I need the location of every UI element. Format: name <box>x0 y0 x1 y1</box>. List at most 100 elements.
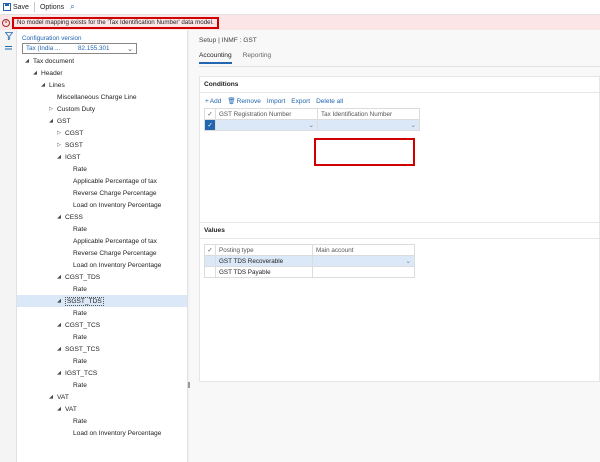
tree-node[interactable]: Rate <box>17 223 187 235</box>
tree-node-label: CGST <box>65 129 84 137</box>
values-grid: ✓ Posting type Main account GST TDS Reco… <box>204 244 415 278</box>
tree-node[interactable]: Load on Inventory Percentage <box>17 199 187 211</box>
add-button[interactable]: + Add <box>205 98 221 105</box>
delete-icon: 🗑 <box>227 98 236 105</box>
tree-node[interactable]: ▷ Custom Duty <box>17 103 187 115</box>
expand-toggle-icon[interactable]: ▷ <box>48 106 54 112</box>
search-icon: ⌕ <box>70 2 75 11</box>
collapse-toggle-icon[interactable]: ◢ <box>24 58 30 64</box>
tree-node[interactable]: Applicable Percentage of tax <box>17 235 187 247</box>
chevron-down-icon: ⌄ <box>410 122 416 129</box>
collapse-toggle-icon[interactable]: ◢ <box>56 406 62 412</box>
table-row[interactable]: GST TDS Payable <box>204 266 415 278</box>
tree-node-label: Rate <box>73 333 87 341</box>
column-header-tax-identification-number[interactable]: Tax Identification Number <box>317 108 420 120</box>
tree-node[interactable]: ◢ Header <box>17 67 187 79</box>
tree-node[interactable]: Reverse Charge Percentage <box>17 247 187 259</box>
tab-reporting[interactable]: Reporting <box>243 52 272 64</box>
collapse-toggle-icon[interactable]: ◢ <box>56 274 62 280</box>
remove-button[interactable]: 🗑 Remove <box>227 97 260 106</box>
tree-node[interactable]: Load on Inventory Percentage <box>17 427 187 439</box>
tree-node[interactable]: Rate <box>17 331 187 343</box>
add-label: Add <box>209 97 222 105</box>
collapse-toggle-icon[interactable]: ◢ <box>56 346 62 352</box>
column-header-main-account[interactable]: Main account <box>312 244 415 256</box>
column-header-posting-type[interactable]: Posting type <box>215 244 313 256</box>
tree-node[interactable]: ◢ CGST_TCS <box>17 319 187 331</box>
save-button[interactable]: Save <box>0 0 32 15</box>
tree-node-label: CGST_TDS <box>65 273 101 281</box>
tree-node-label: Miscellaneous Charge Line <box>57 93 137 101</box>
tree-node[interactable]: Miscellaneous Charge Line <box>17 91 187 103</box>
tree-node[interactable]: ◢ CESS <box>17 211 187 223</box>
collapse-toggle-icon[interactable]: ◢ <box>56 214 62 220</box>
collapse-toggle-icon[interactable]: ◢ <box>56 154 62 160</box>
tree-node[interactable]: ▷ SGST <box>17 139 187 151</box>
tab-accounting[interactable]: Accounting <box>199 52 232 64</box>
tree-node[interactable]: ▷ CGST <box>17 127 187 139</box>
export-button[interactable]: Export <box>291 98 310 105</box>
tree-node[interactable]: Rate <box>17 379 187 391</box>
row-checkbox[interactable] <box>204 255 216 267</box>
tree-node[interactable]: ◢ IGST_TCS <box>17 367 187 379</box>
tree-node-label: Header <box>41 69 63 77</box>
table-row[interactable]: ✓ ⌄ ⌄ <box>204 119 420 131</box>
import-button[interactable]: Import <box>267 98 285 105</box>
expand-toggle-icon[interactable]: ▷ <box>56 130 62 136</box>
chevron-down-icon: ⌄ <box>308 122 314 129</box>
main-content: Setup | INMF : GST Accounting Reporting … <box>190 30 600 462</box>
tree-node[interactable]: ◢ Tax document <box>17 55 187 67</box>
collapse-toggle-icon[interactable]: ◢ <box>56 322 62 328</box>
options-button[interactable]: Options <box>37 0 67 15</box>
row-checkbox[interactable]: ✓ <box>204 119 216 131</box>
main-account-cell[interactable]: ⌄ <box>312 255 415 267</box>
collapse-toggle-icon[interactable]: ◢ <box>48 118 54 124</box>
tree-node[interactable]: ◢ GST <box>17 115 187 127</box>
conditions-actions: + Add 🗑 Remove Import Export Delete all <box>205 97 349 106</box>
tree-node[interactable]: ◢ IGST <box>17 151 187 163</box>
main-account-cell[interactable] <box>312 266 415 278</box>
tree-node[interactable]: Rate <box>17 307 187 319</box>
tax-identification-number-cell[interactable]: ⌄ <box>317 119 420 131</box>
tree-node-label: Applicable Percentage of tax <box>73 237 157 245</box>
delete-all-button[interactable]: Delete all <box>316 98 343 105</box>
collapse-toggle-icon[interactable]: ◢ <box>56 298 62 304</box>
posting-type-cell[interactable]: GST TDS Payable <box>215 266 313 278</box>
column-header-gst-registration-number[interactable]: GST Registration Number <box>215 108 318 120</box>
gst-registration-number-cell[interactable]: ⌄ <box>215 119 318 131</box>
tree-node[interactable]: Rate <box>17 283 187 295</box>
table-row[interactable]: GST TDS Recoverable ⌄ <box>204 255 415 267</box>
collapse-toggle-icon[interactable]: ◢ <box>32 70 38 76</box>
tree-node-label: VAT <box>65 405 77 413</box>
filter-icon[interactable] <box>0 30 17 42</box>
collapse-toggle-icon[interactable]: ◢ <box>56 370 62 376</box>
options-label: Options <box>39 3 65 11</box>
tree-node[interactable]: ◢ SGST_TDS <box>17 295 187 307</box>
search-button[interactable]: ⌕ <box>67 0 77 15</box>
tree-node-label: Load on Inventory Percentage <box>73 261 162 269</box>
tree-node[interactable]: ◢ Lines <box>17 79 187 91</box>
tree-node[interactable]: Rate <box>17 415 187 427</box>
collapse-toggle-icon[interactable]: ◢ <box>40 82 46 88</box>
select-all-checkbox[interactable]: ✓ <box>204 244 216 256</box>
tree-node-label: CESS <box>65 213 83 221</box>
configuration-version-select[interactable]: Tax (India ... 82.155.301 ⌄ <box>22 43 137 54</box>
posting-type-cell[interactable]: GST TDS Recoverable <box>215 255 313 267</box>
configuration-version-label: Configuration version <box>22 35 82 42</box>
tree-node[interactable]: Applicable Percentage of tax <box>17 175 187 187</box>
tree-node[interactable]: ◢ CGST_TDS <box>17 271 187 283</box>
tree-node[interactable]: Reverse Charge Percentage <box>17 187 187 199</box>
tree-node-label: Reverse Charge Percentage <box>73 189 157 197</box>
select-all-checkbox[interactable]: ✓ <box>204 108 216 120</box>
tree-node[interactable]: ◢ VAT <box>17 403 187 415</box>
expand-toggle-icon[interactable]: ▷ <box>56 142 62 148</box>
collapse-toggle-icon[interactable]: ◢ <box>48 394 54 400</box>
row-checkbox[interactable] <box>204 266 216 278</box>
tree-node[interactable]: ◢ SGST_TCS <box>17 343 187 355</box>
breadcrumb: Setup | INMF : GST <box>199 37 257 44</box>
tree-node[interactable]: Rate <box>17 163 187 175</box>
list-icon[interactable] <box>0 42 17 54</box>
tree-node[interactable]: Rate <box>17 355 187 367</box>
tree-node[interactable]: ◢ VAT <box>17 391 187 403</box>
tree-node[interactable]: Load on Inventory Percentage <box>17 259 187 271</box>
